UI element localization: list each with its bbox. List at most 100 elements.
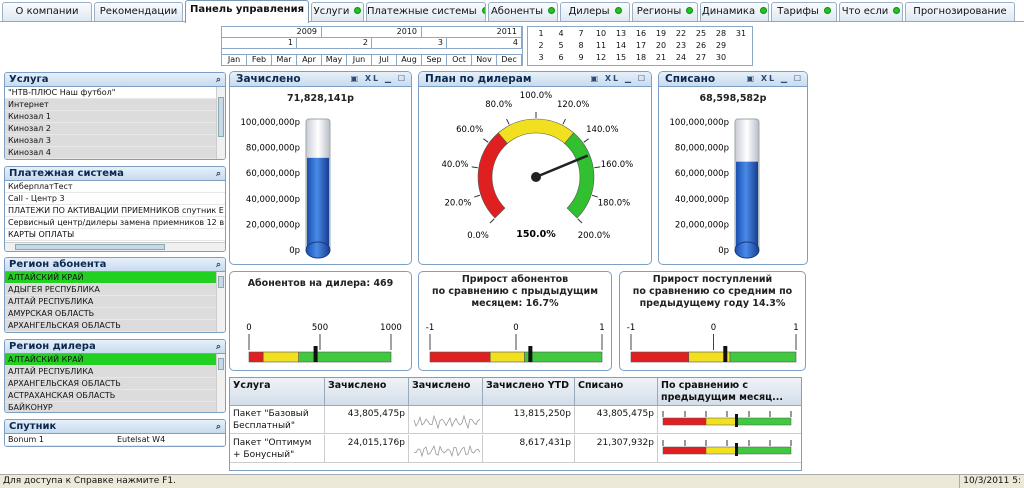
day-cell[interactable]: 4: [552, 29, 570, 39]
table-header-1[interactable]: Услуга: [230, 378, 325, 406]
day-cell[interactable]: 29: [712, 41, 730, 51]
timeline-month[interactable]: Sep: [422, 55, 447, 65]
tab-8[interactable]: Регионы: [632, 2, 698, 21]
day-cell[interactable]: 5: [552, 41, 570, 51]
timeline-year[interactable]: 2010: [322, 27, 422, 38]
day-cell[interactable]: 23: [672, 41, 690, 51]
tab-10[interactable]: Тарифы: [771, 2, 837, 21]
search-icon[interactable]: ⌕: [216, 421, 221, 434]
day-cell[interactable]: 6: [552, 53, 570, 63]
tab-6[interactable]: Абоненты: [488, 2, 558, 21]
tab-3[interactable]: Панель управления: [185, 0, 309, 23]
day-cell[interactable]: 15: [612, 53, 630, 63]
list-item[interactable]: Кинозал 1: [5, 111, 216, 123]
day-cell[interactable]: 3: [532, 53, 550, 63]
day-selector[interactable]: 1 4 7 10 13 16 19 22 25 28 31 2 5 8 11 14 17 20 23 26 29 3 6 9 1…: [527, 26, 753, 66]
list-item[interactable]: КАРТЫ ОПЛАТЫ: [5, 229, 225, 241]
day-cell[interactable]: 18: [632, 53, 650, 63]
service-listbox[interactable]: Услуга ⌕ "НТВ-ПЛЮС Наш футбол" Интернет Кин…: [4, 72, 226, 160]
day-cell[interactable]: 12: [592, 53, 610, 63]
day-cell[interactable]: 7: [572, 29, 590, 39]
list-item[interactable]: АРХАНГЕЛЬСКАЯ ОБЛАСТЬ: [5, 378, 216, 390]
tab-7[interactable]: Дилеры: [560, 2, 630, 21]
day-cell[interactable]: 31: [732, 29, 750, 39]
tab-2[interactable]: Рекомендации: [94, 2, 183, 21]
list-item[interactable]: Сервисный центр/дилеры замена приемников…: [5, 217, 225, 229]
timeline-month[interactable]: Feb: [247, 55, 272, 65]
panel-toolbar-icons[interactable]: ▣ XL ▁ ☐: [350, 72, 407, 86]
search-icon[interactable]: ⌕: [216, 74, 221, 87]
day-cell[interactable]: 19: [652, 29, 670, 39]
list-item[interactable]: Кинозал 4: [5, 147, 216, 159]
scrollbar[interactable]: [216, 354, 225, 412]
timeline-month[interactable]: Mar: [272, 55, 297, 65]
table-header-6[interactable]: По сравнению с предыдущим месяц...: [658, 378, 801, 406]
h-scrollbar[interactable]: [5, 242, 225, 251]
dealer-region-listbox[interactable]: Регион дилера ⌕ АЛТАЙСКИЙ КРАЙ АЛТАЙ РЕСПУ…: [4, 339, 226, 413]
timeline-month[interactable]: May: [322, 55, 347, 65]
timeline-month[interactable]: Nov: [472, 55, 497, 65]
list-item[interactable]: ПЛАТЕЖИ ПО АКТИВАЦИИ ПРИЕМНИКОВ спутник …: [5, 205, 225, 217]
day-cell[interactable]: 28: [712, 29, 730, 39]
panel-toolbar-icons[interactable]: ▣ XL ▁ ☐: [590, 72, 647, 86]
day-cell[interactable]: 16: [632, 29, 650, 39]
satellite-listbox[interactable]: Спутник ⌕ Bonum 1 Eutelsat W4: [4, 419, 226, 447]
list-item[interactable]: АЛТАЙ РЕСПУБЛИКА: [5, 366, 216, 378]
timeline-year[interactable]: 2011: [422, 27, 522, 38]
day-cell[interactable]: 27: [692, 53, 710, 63]
list-item[interactable]: АДЫГЕЯ РЕСПУБЛИКА: [5, 284, 216, 296]
tab-5[interactable]: Платежные системы: [366, 2, 486, 21]
timeline-month[interactable]: Jul: [372, 55, 397, 65]
table-header-5[interactable]: Списано: [575, 378, 658, 406]
tab-1[interactable]: О компании: [2, 2, 92, 21]
timeline-quarter[interactable]: 1: [222, 38, 297, 49]
day-cell[interactable]: 9: [572, 53, 590, 63]
list-item[interactable]: КиберплатТест: [5, 181, 225, 193]
list-item[interactable]: АЛТАЙСКИЙ КРАЙ: [5, 272, 216, 284]
list-item[interactable]: АЛТАЙ РЕСПУБЛИКА: [5, 296, 216, 308]
subscriber-region-listbox[interactable]: Регион абонента ⌕ АЛТАЙСКИЙ КРАЙ АДЫГЕЯ РЕ…: [4, 257, 226, 333]
search-icon[interactable]: ⌕: [216, 168, 221, 181]
timeline-month[interactable]: Aug: [397, 55, 422, 65]
day-cell[interactable]: 17: [632, 41, 650, 51]
day-cell[interactable]: 8: [572, 41, 590, 51]
tab-11[interactable]: Что если: [839, 2, 903, 21]
day-cell[interactable]: 10: [592, 29, 610, 39]
day-cell[interactable]: 22: [672, 29, 690, 39]
timeline-quarter[interactable]: 3: [372, 38, 447, 49]
list-item[interactable]: Bonum 1 Eutelsat W4: [5, 434, 225, 446]
list-item[interactable]: АЛТАЙСКИЙ КРАЙ: [5, 354, 216, 366]
panel-toolbar-icons[interactable]: ▣ XL ▁ ☐: [746, 72, 803, 86]
day-cell[interactable]: 1: [532, 29, 550, 39]
day-cell[interactable]: 25: [692, 29, 710, 39]
search-icon[interactable]: ⌕: [216, 341, 221, 354]
day-cell[interactable]: 2: [532, 41, 550, 51]
list-item[interactable]: БАЙКОНУР: [5, 402, 216, 412]
list-item[interactable]: АМУРСКАЯ ОБЛАСТЬ: [5, 308, 216, 320]
day-cell[interactable]: 26: [692, 41, 710, 51]
list-item[interactable]: "НТВ-ПЛЮС Наш футбол": [5, 87, 216, 99]
scrollbar[interactable]: [216, 272, 225, 332]
timeline-month[interactable]: Dec: [497, 55, 522, 65]
timeline-month[interactable]: Jan: [222, 55, 247, 65]
list-item[interactable]: Кинозал 2: [5, 123, 216, 135]
day-cell[interactable]: 24: [672, 53, 690, 63]
timeline-month[interactable]: Apr: [297, 55, 322, 65]
timeline-month[interactable]: Oct: [447, 55, 472, 65]
list-item[interactable]: АСТРАХАНСКАЯ ОБЛАСТЬ: [5, 390, 216, 402]
day-cell[interactable]: 11: [592, 41, 610, 51]
list-item[interactable]: Интернет: [5, 99, 216, 111]
day-cell[interactable]: 14: [612, 41, 630, 51]
table-header-4[interactable]: Зачислено YTD: [483, 378, 575, 406]
timeline-quarter[interactable]: 2: [297, 38, 372, 49]
list-item[interactable]: Call - Центр 3: [5, 193, 225, 205]
day-cell[interactable]: 20: [652, 41, 670, 51]
timeline-quarter[interactable]: 4: [447, 38, 522, 49]
timeline-month[interactable]: Jun: [347, 55, 372, 65]
table-header-2[interactable]: Зачислено: [325, 378, 409, 406]
table-header-3[interactable]: Зачислено: [409, 378, 483, 406]
tab-12[interactable]: Прогнозирование: [905, 2, 1015, 21]
timeline-year[interactable]: 2009: [222, 27, 322, 38]
list-item[interactable]: Кинозал 3: [5, 135, 216, 147]
day-cell[interactable]: 13: [612, 29, 630, 39]
